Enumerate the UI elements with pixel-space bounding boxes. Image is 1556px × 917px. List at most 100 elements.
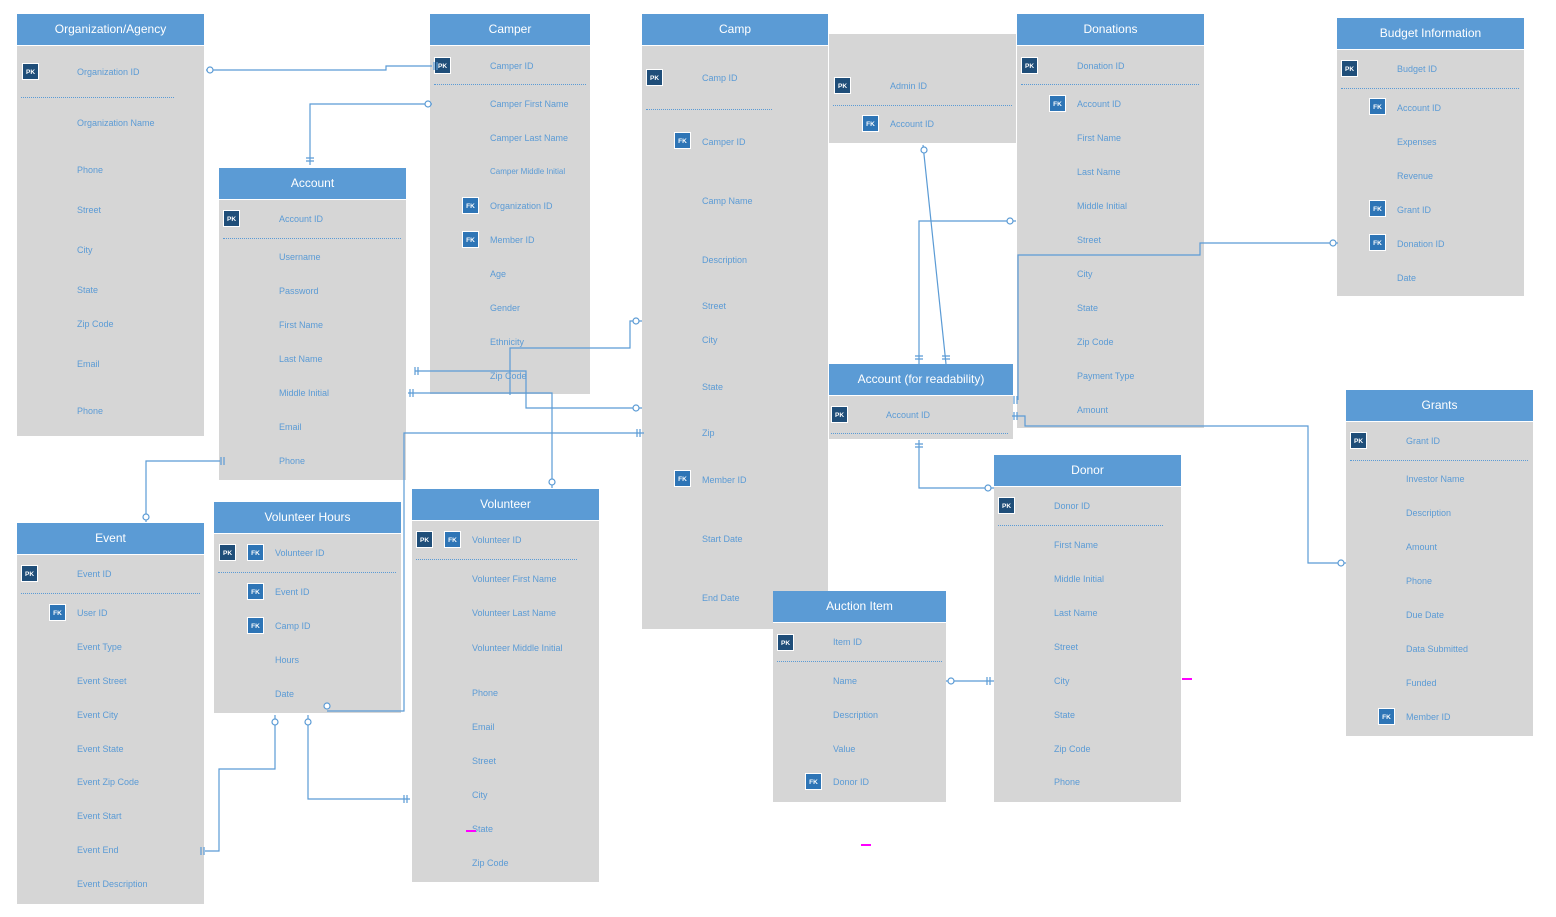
field-date: Date [1397, 273, 1417, 283]
pk-badge: PK [416, 531, 433, 548]
entity-title: Account (for readability) [829, 364, 1013, 396]
field-investor-name: Investor Name [1406, 474, 1465, 484]
entity-camper[interactable]: Camper PK Camper ID Camper First Name Ca… [430, 14, 590, 394]
field-camper-id: Camper ID [702, 137, 746, 147]
field-event-description: Event Description [77, 879, 148, 889]
field-description: Description [1406, 508, 1452, 518]
field-event-start: Event Start [77, 811, 122, 821]
entity-donor[interactable]: Donor PK Donor ID First Name Middle Init… [994, 455, 1181, 802]
field-camper-id: Camper ID [490, 61, 534, 71]
entity-title: Event [17, 523, 204, 555]
field-zip-code: Zip Code [77, 319, 114, 329]
field-camp-id: Camp ID [275, 621, 311, 631]
field-event-end: Event End [77, 845, 119, 855]
separator [1341, 88, 1519, 89]
field-date: Date [275, 689, 295, 699]
field-zip-code: Zip Code [472, 858, 509, 868]
field-zip-code: Zip Code [1054, 744, 1091, 754]
field-amount: Amount [1406, 542, 1438, 552]
fk-badge: FK [1369, 200, 1386, 217]
field-value: Value [833, 744, 856, 754]
fk-badge: FK [862, 115, 879, 132]
entity-admin[interactable]: PK Admin ID FK Account ID [829, 34, 1016, 143]
field-middle-initial: Middle Initial [279, 388, 330, 398]
field-event-zip-code: Event Zip Code [77, 777, 140, 787]
pk-badge: PK [21, 565, 38, 582]
field-gender: Gender [490, 303, 521, 313]
entity-account-readability[interactable]: Account (for readability) PK Account ID [829, 364, 1013, 439]
field-phone: Phone [77, 165, 104, 175]
entity-volunteer[interactable]: Volunteer PK FK Volunteer ID Volunteer F… [412, 489, 599, 882]
field-organization-id: Organization ID [490, 201, 553, 211]
entity-organization[interactable]: Organization/Agency PK Organization ID O… [17, 14, 204, 436]
entity-auction-item[interactable]: Auction Item PK Item ID Name Description… [773, 591, 946, 802]
separator [646, 109, 772, 110]
field-name: Name [833, 676, 858, 686]
entity-title: Donor [994, 455, 1181, 487]
field-event-id: Event ID [77, 569, 112, 579]
field-event-state: Event State [77, 744, 124, 754]
rel-vh-volunteer [307, 715, 410, 800]
field-admin-id: Admin ID [890, 81, 928, 91]
field-end-date: End Date [702, 593, 740, 603]
entity-budget-information[interactable]: Budget Information PK Budget ID FK Accou… [1337, 18, 1524, 296]
field-ethnicity: Ethnicity [490, 337, 525, 347]
fk-badge: FK [805, 773, 822, 790]
field-event-street: Event Street [77, 676, 127, 686]
field-phone: Phone [1054, 777, 1081, 787]
field-middle-initial: Middle Initial [1054, 574, 1105, 584]
field-email: Email [77, 359, 100, 369]
field-zip: Zip [702, 428, 715, 438]
fk-badge: FK [462, 231, 479, 248]
field-phone: Phone [472, 688, 499, 698]
rel-account-event [145, 460, 220, 522]
field-event-id: Event ID [275, 587, 310, 597]
fk-badge: FK [462, 197, 479, 214]
entity-event[interactable]: Event PK Event ID FK User ID Event Type … [17, 523, 204, 904]
rel-account-camper [309, 103, 432, 165]
entity-title: Budget Information [1337, 18, 1524, 50]
rel-account-donor [918, 440, 994, 489]
field-revenue: Revenue [1397, 171, 1434, 181]
pk-badge: PK [834, 77, 851, 94]
field-last-name: Last Name [1054, 608, 1098, 618]
field-camper-middle-initial: Camper Middle Initial [490, 167, 566, 176]
field-email: Email [472, 722, 495, 732]
entity-title: Auction Item [773, 591, 946, 623]
field-city: City [1077, 269, 1093, 279]
field-volunteer-id: Volunteer ID [472, 535, 522, 545]
field-member-id: Member ID [702, 475, 747, 485]
entity-title: Grants [1346, 390, 1533, 422]
pk-badge: PK [22, 63, 39, 80]
entity-title: Account [219, 168, 406, 200]
field-state: State [702, 382, 724, 392]
field-data-submitted: Data Submitted [1406, 644, 1469, 654]
pk-badge: PK [777, 634, 794, 651]
field-street: Street [1054, 642, 1079, 652]
entity-camp[interactable]: Camp PK Camp ID FK Camper ID Camp Name D… [642, 14, 828, 629]
field-account-id: Account ID [890, 119, 935, 129]
entity-grants[interactable]: Grants PK Grant ID Investor Name Descrip… [1346, 390, 1533, 736]
field-donor-id: Donor ID [1054, 501, 1091, 511]
field-start-date: Start Date [702, 534, 743, 544]
stray-marker [466, 830, 476, 832]
stray-marker [861, 844, 871, 846]
rel-admin-account [922, 144, 947, 365]
pk-badge: PK [646, 69, 663, 86]
pk-badge: PK [219, 544, 236, 561]
pk-badge: PK [831, 406, 848, 423]
field-last-name: Last Name [279, 354, 323, 364]
field-volunteer-last-name: Volunteer Last Name [472, 608, 557, 618]
field-zip-code: Zip Code [490, 371, 527, 381]
entity-donations[interactable]: Donations PK Donation ID FK Account ID F… [1017, 14, 1204, 428]
entity-account[interactable]: Account PK Account ID Username Password … [219, 168, 406, 480]
entity-volunteer-hours[interactable]: Volunteer Hours PK FK Volunteer ID FK Ev… [214, 502, 401, 713]
rel-account-donations [918, 220, 1016, 364]
field-event-city: Event City [77, 710, 119, 720]
fk-badge: FK [674, 132, 691, 149]
field-grant-id: Grant ID [1397, 205, 1432, 215]
field-description: Description [833, 710, 879, 720]
field-phone: Phone [279, 456, 306, 466]
separator [218, 572, 396, 573]
field-organization-name: Organization Name [77, 118, 155, 128]
